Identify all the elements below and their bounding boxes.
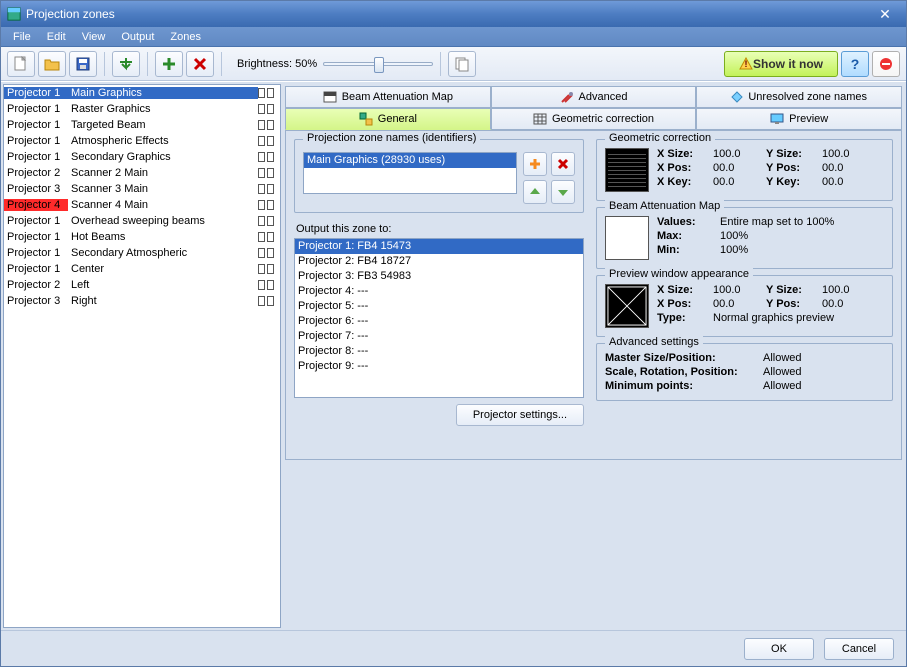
- output-header: Output this zone to:: [294, 219, 584, 238]
- menu-file[interactable]: File: [5, 29, 39, 45]
- preview-thumbnail: [605, 284, 649, 328]
- svg-text:!: !: [745, 59, 748, 69]
- grid-icon: [533, 113, 547, 125]
- tab-general[interactable]: General: [285, 108, 491, 130]
- new-button[interactable]: [7, 51, 35, 77]
- bam-legend: Beam Attenuation Map: [605, 200, 724, 212]
- tab-unresolved-zone-names[interactable]: Unresolved zone names: [696, 86, 902, 108]
- zone-row[interactable]: Projector 1Center: [4, 261, 280, 277]
- zone-row[interactable]: Projector 2Scanner 2 Main: [4, 165, 280, 181]
- show-it-now-button[interactable]: ! Show it now: [724, 51, 838, 77]
- output-button[interactable]: [112, 51, 140, 77]
- geo-thumbnail: [605, 148, 649, 192]
- zone-row[interactable]: Projector 1Raster Graphics: [4, 101, 280, 117]
- app-icon: [7, 7, 21, 21]
- delete-button[interactable]: [186, 51, 214, 77]
- output-list[interactable]: Projector 1: FB4 15473Projector 2: FB4 1…: [294, 238, 584, 398]
- warning-icon: !: [739, 57, 753, 71]
- help-button[interactable]: ?: [841, 51, 869, 77]
- diamond-icon: [731, 91, 743, 103]
- names-legend: Projection zone names (identifiers): [303, 132, 480, 144]
- general-icon: [359, 112, 373, 126]
- bam-icon: [323, 91, 337, 103]
- zone-row[interactable]: Projector 3Scanner 3 Main: [4, 181, 280, 197]
- zone-row[interactable]: Projector 1Secondary Atmospheric: [4, 245, 280, 261]
- monitor-icon: [770, 113, 784, 125]
- save-button[interactable]: [69, 51, 97, 77]
- output-item[interactable]: Projector 2: FB4 18727: [295, 254, 583, 269]
- zone-name-item[interactable]: Main Graphics (28930 uses): [304, 153, 516, 168]
- output-item[interactable]: Projector 3: FB3 54983: [295, 269, 583, 284]
- close-button[interactable]: ✕: [870, 5, 900, 23]
- add-button[interactable]: [155, 51, 183, 77]
- tools-icon: [560, 90, 574, 104]
- output-item[interactable]: Projector 6: ---: [295, 314, 583, 329]
- copy-button[interactable]: [448, 51, 476, 77]
- add-name-button[interactable]: [523, 152, 547, 176]
- output-item[interactable]: Projector 4: ---: [295, 284, 583, 299]
- preview-legend: Preview window appearance: [605, 268, 753, 280]
- move-down-button[interactable]: [551, 180, 575, 204]
- open-button[interactable]: [38, 51, 66, 77]
- delete-name-button[interactable]: [551, 152, 575, 176]
- output-item[interactable]: Projector 7: ---: [295, 329, 583, 344]
- output-item[interactable]: Projector 9: ---: [295, 359, 583, 374]
- zone-row[interactable]: Projector 2Left: [4, 277, 280, 293]
- advanced-legend: Advanced settings: [605, 336, 703, 348]
- move-up-button[interactable]: [523, 180, 547, 204]
- tab-beam-attenuation-map[interactable]: Beam Attenuation Map: [285, 86, 491, 108]
- menu-output[interactable]: Output: [113, 29, 162, 45]
- brightness-slider[interactable]: [323, 62, 433, 66]
- tab-geometric-correction[interactable]: Geometric correction: [491, 108, 697, 130]
- zone-row[interactable]: Projector 1Overhead sweeping beams: [4, 213, 280, 229]
- menu-edit[interactable]: Edit: [39, 29, 74, 45]
- output-item[interactable]: Projector 5: ---: [295, 299, 583, 314]
- cancel-button[interactable]: Cancel: [824, 638, 894, 660]
- zone-row[interactable]: Projector 1Secondary Graphics: [4, 149, 280, 165]
- zone-row[interactable]: Projector 1Atmospheric Effects: [4, 133, 280, 149]
- zone-row[interactable]: Projector 1Main Graphics: [4, 85, 280, 101]
- projector-settings-button[interactable]: Projector settings...: [456, 404, 584, 426]
- toolbar: Brightness: 50% ! Show it now ?: [1, 47, 906, 81]
- zone-names-list[interactable]: Main Graphics (28930 uses): [303, 152, 517, 194]
- stop-button[interactable]: [872, 51, 900, 77]
- zone-list[interactable]: Projector 1Main GraphicsProjector 1Raste…: [3, 84, 281, 628]
- zone-row[interactable]: Projector 4Scanner 4 Main: [4, 197, 280, 213]
- menubar: File Edit View Output Zones: [1, 27, 906, 47]
- dialog-buttons: OK Cancel: [1, 630, 906, 666]
- menu-view[interactable]: View: [74, 29, 114, 45]
- zone-row[interactable]: Projector 3Right: [4, 293, 280, 309]
- output-item[interactable]: Projector 1: FB4 15473: [295, 239, 583, 254]
- tab-preview[interactable]: Preview: [696, 108, 902, 130]
- tab-advanced[interactable]: Advanced: [491, 86, 697, 108]
- bam-thumbnail: [605, 216, 649, 260]
- menu-zones[interactable]: Zones: [162, 29, 209, 45]
- window-title: Projection zones: [26, 7, 870, 21]
- zone-row[interactable]: Projector 1Hot Beams: [4, 229, 280, 245]
- zone-row[interactable]: Projector 1Targeted Beam: [4, 117, 280, 133]
- ok-button[interactable]: OK: [744, 638, 814, 660]
- titlebar: Projection zones ✕: [1, 1, 906, 27]
- geo-legend: Geometric correction: [605, 132, 715, 144]
- output-item[interactable]: Projector 8: ---: [295, 344, 583, 359]
- brightness-label: Brightness: 50%: [237, 58, 317, 70]
